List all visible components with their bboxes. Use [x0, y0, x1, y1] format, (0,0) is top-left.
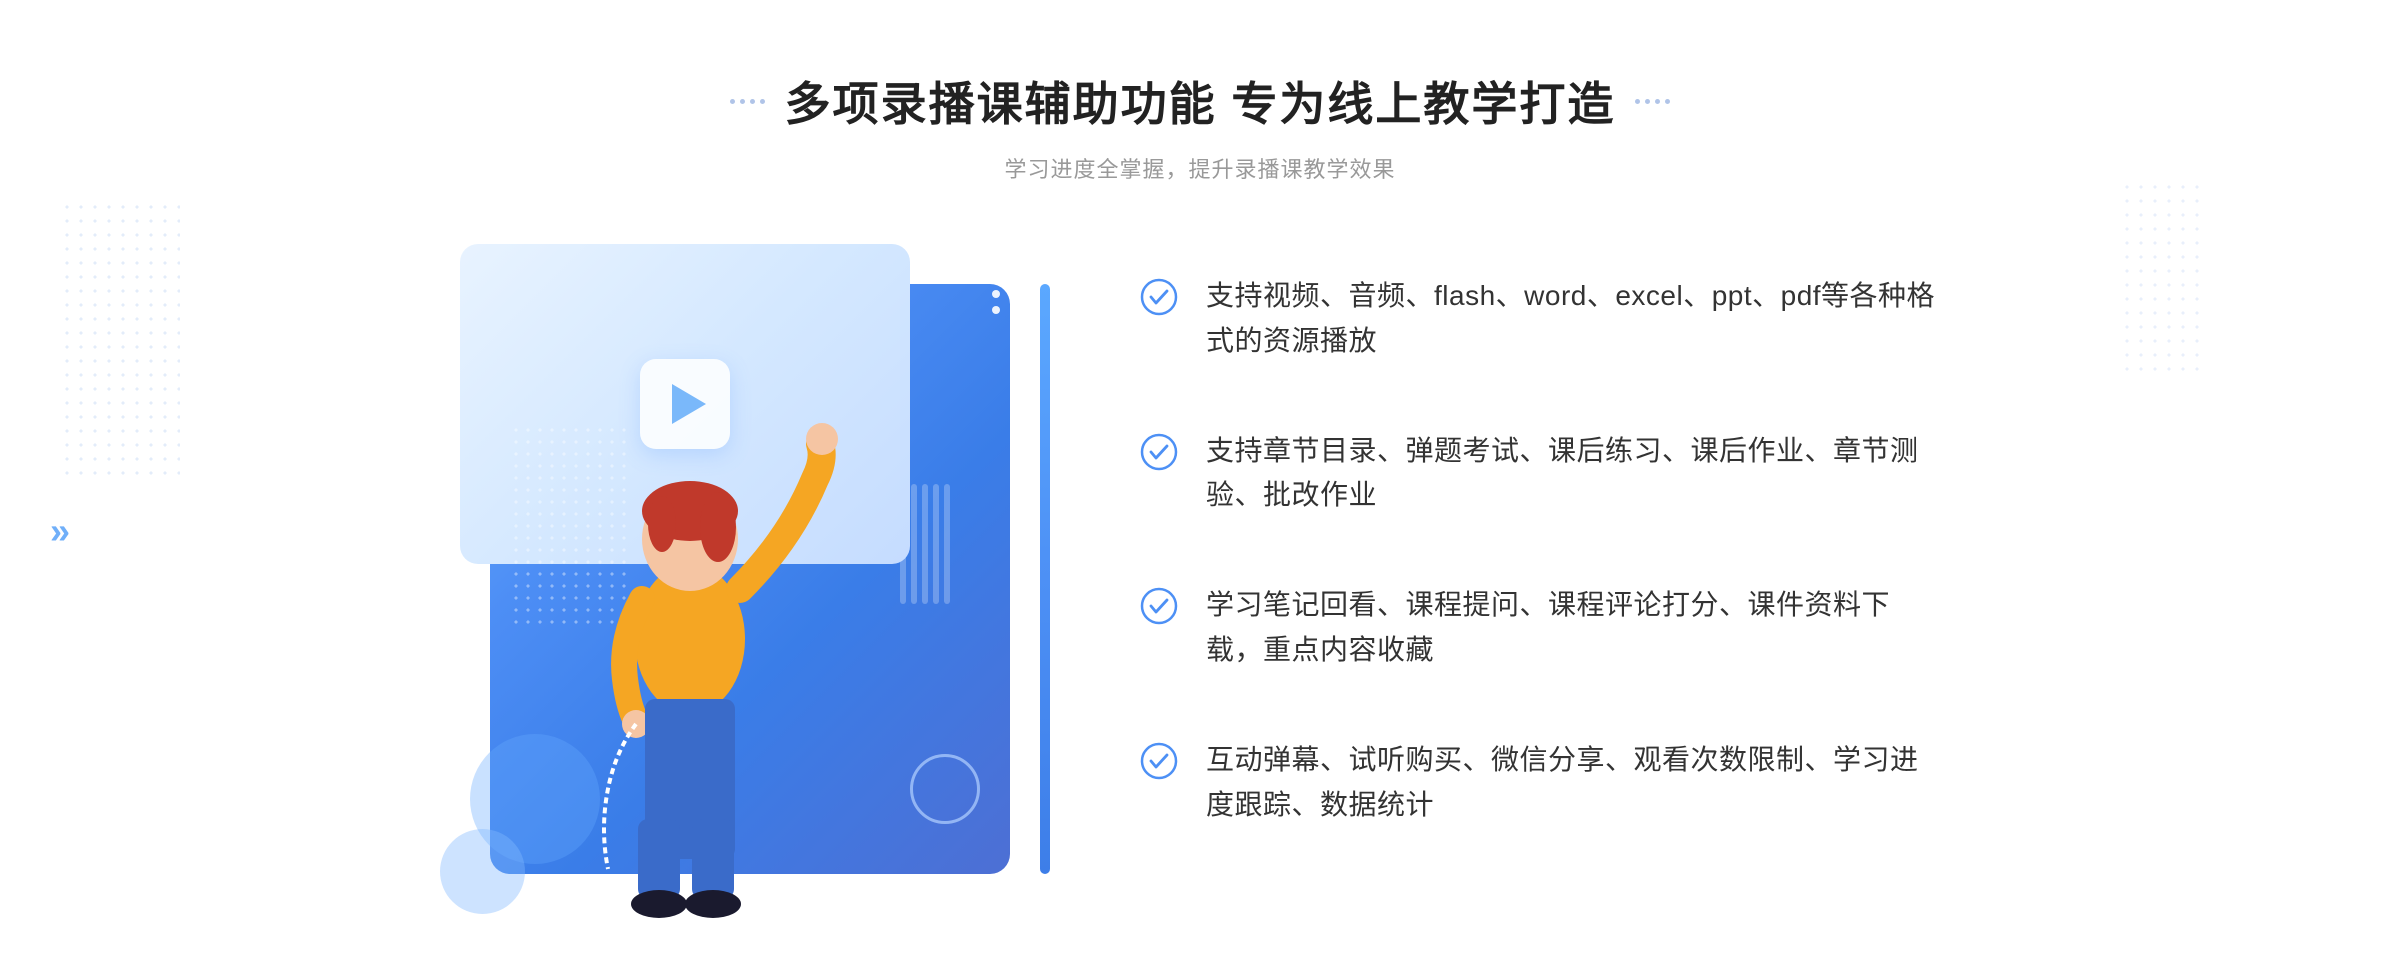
dots-decoration-right [2120, 180, 2200, 380]
circle-outline [910, 754, 980, 824]
header-section: 多项录播课辅助功能 专为线上教学打造 学习进度全掌握，提升录播课教学效果 [730, 0, 1671, 184]
check-icon-4 [1140, 742, 1178, 780]
speech-dot-2 [992, 290, 1000, 298]
feature-item-2: 支持章节目录、弹题考试、课后练习、课后作业、章节测验、批改作业 [1140, 429, 1940, 519]
dot-3 [750, 99, 755, 104]
feature-text-4: 互动弹幕、试听购买、微信分享、观看次数限制、学习进度跟踪、数据统计 [1206, 738, 1940, 828]
features-section: 支持视频、音频、flash、word、excel、ppt、pdf等各种格式的资源… [1060, 244, 1940, 827]
main-title: 多项录播课辅助功能 专为线上教学打造 [785, 68, 1616, 134]
main-content: 支持视频、音频、flash、word、excel、ppt、pdf等各种格式的资源… [460, 244, 1940, 924]
dot-8 [1665, 99, 1670, 104]
stripe-2 [911, 484, 917, 604]
stripe-4 [933, 484, 939, 604]
person-illustration [520, 359, 860, 924]
dot-6 [1645, 99, 1650, 104]
circle-small [440, 829, 525, 914]
stripe-3 [922, 484, 928, 604]
page-container: » 多项录播课辅助功能 专为线上教学打造 学习进度全掌握，提升录播课教学效果 [0, 0, 2400, 974]
title-row: 多项录播课辅助功能 专为线上教学打造 [730, 68, 1671, 134]
title-dots-right [1635, 99, 1670, 104]
dot-4 [760, 99, 765, 104]
check-icon-2 [1140, 433, 1178, 471]
speech-dot-1 [992, 274, 1000, 282]
illustration-wrapper [460, 244, 1060, 924]
dot-7 [1655, 99, 1660, 104]
title-dots-left [730, 99, 765, 104]
check-icon-3 [1140, 587, 1178, 625]
subtitle: 学习进度全掌握，提升录播课教学效果 [730, 152, 1671, 184]
feature-text-1: 支持视频、音频、flash、word、excel、ppt、pdf等各种格式的资源… [1206, 274, 1940, 364]
dots-decoration-left [60, 200, 180, 480]
feature-item-4: 互动弹幕、试听购买、微信分享、观看次数限制、学习进度跟踪、数据统计 [1140, 738, 1940, 828]
dot-2 [740, 99, 745, 104]
feature-text-2: 支持章节目录、弹题考试、课后练习、课后作业、章节测验、批改作业 [1206, 429, 1940, 519]
speech-dots [992, 274, 1000, 314]
speech-dot-3 [992, 306, 1000, 314]
feature-text-3: 学习笔记回看、课程提问、课程评论打分、课件资料下载，重点内容收藏 [1206, 583, 1940, 673]
dot-1 [730, 99, 735, 104]
dot-5 [1635, 99, 1640, 104]
check-icon-1 [1140, 278, 1178, 316]
arrow-decoration-left: » [50, 510, 70, 552]
stripe-5 [944, 484, 950, 604]
accent-bar [1040, 284, 1050, 874]
feature-item-1: 支持视频、音频、flash、word、excel、ppt、pdf等各种格式的资源… [1140, 274, 1940, 364]
feature-item-3: 学习笔记回看、课程提问、课程评论打分、课件资料下载，重点内容收藏 [1140, 583, 1940, 673]
